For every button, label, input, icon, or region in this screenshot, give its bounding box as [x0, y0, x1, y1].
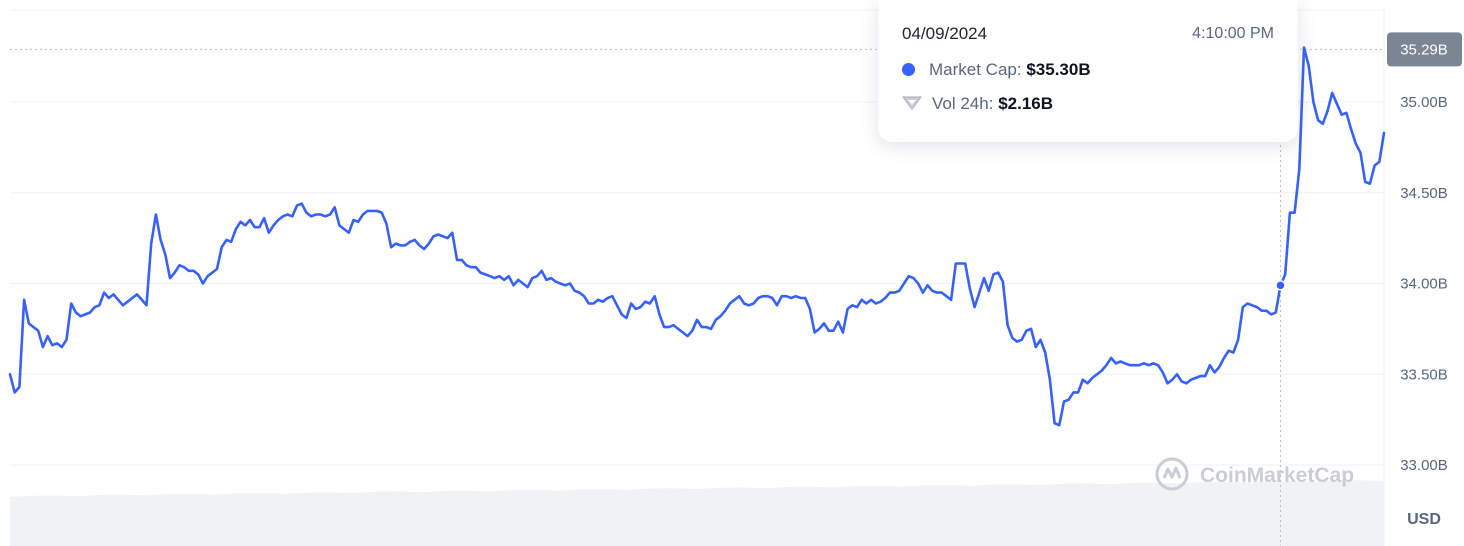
- tooltip-volume-label: Vol 24h:: [932, 94, 994, 113]
- tooltip-volume-value: $2.16B: [998, 94, 1054, 113]
- tooltip-market-cap-value: $35.30B: [1026, 60, 1091, 79]
- tooltip-header: 04/09/2024 4:10:00 PM: [902, 24, 1274, 44]
- y-tick-label: 34.00B: [1400, 276, 1448, 293]
- volume-shield-icon: [902, 96, 922, 110]
- tooltip-date: 04/09/2024: [902, 24, 988, 43]
- tooltip-volume-row: Vol 24h: $2.16B: [902, 94, 1053, 116]
- hover-point: [1275, 280, 1286, 291]
- market-cap-dot-icon: [902, 63, 915, 76]
- volume-bars: [10, 480, 1384, 546]
- y-tick-label: 35.00B: [1400, 94, 1448, 111]
- currency-label: USD: [1407, 511, 1441, 528]
- tooltip-time: 4:10:00 PM: [1192, 25, 1274, 42]
- y-tick-label: 33.00B: [1400, 457, 1448, 474]
- y-tick-label: 33.50B: [1400, 366, 1448, 383]
- chart-tooltip: 04/09/2024 4:10:00 PM Market Cap: $35.30…: [878, 0, 1298, 142]
- y-axis: 35.00B 34.50B 34.00B 33.50B 33.00B: [1400, 94, 1448, 474]
- tooltip-market-cap-label: Market Cap:: [929, 60, 1022, 79]
- watermark-text: CoinMarketCap: [1200, 464, 1354, 487]
- current-value-badge: 35.29B: [1387, 32, 1462, 67]
- y-tick-label: 34.50B: [1400, 185, 1448, 202]
- current-value-label: 35.29B: [1400, 41, 1448, 58]
- volume-area: [10, 480, 1384, 546]
- tooltip-market-cap-row: Market Cap: $35.30B: [902, 60, 1091, 82]
